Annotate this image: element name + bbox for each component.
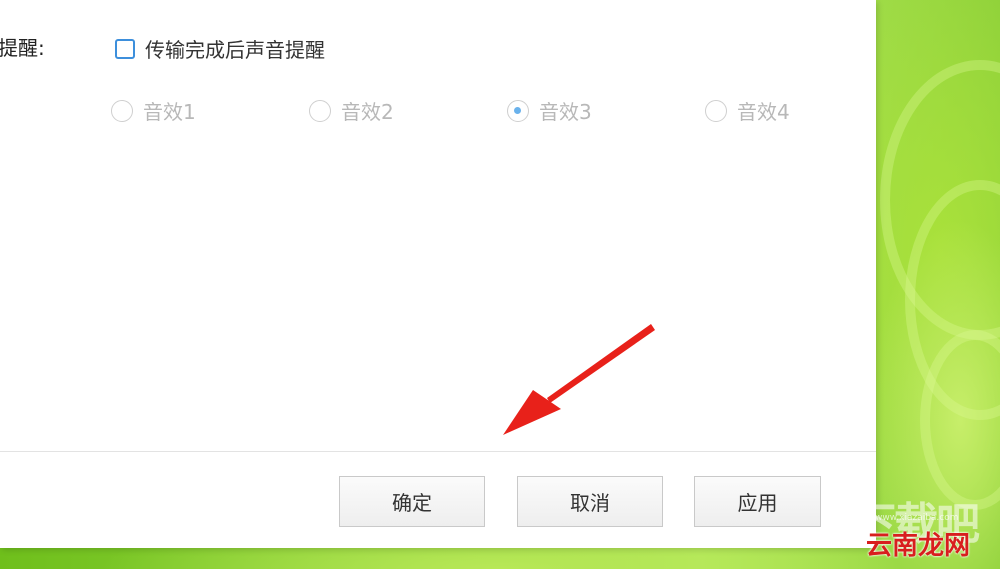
sound-option-2-radio[interactable]	[309, 99, 331, 122]
sound-reminder-label[interactable]: 传输完成后声音提醒	[145, 34, 325, 63]
sound-option-3-radio[interactable]	[507, 99, 529, 122]
apply-button[interactable]: 应用	[694, 476, 821, 527]
sound-option-4-radio[interactable]	[705, 99, 727, 122]
notify-section-label: 提醒:	[0, 36, 45, 60]
watermark-url: www.xiazaiba.com	[875, 513, 959, 523]
sound-reminder-checkbox[interactable]	[115, 38, 135, 59]
sound-option-1[interactable]: 音效1	[111, 96, 196, 125]
sound-option-4-label[interactable]: 音效4	[737, 96, 790, 125]
sound-option-3[interactable]: 音效3	[507, 96, 592, 125]
sound-option-2-label[interactable]: 音效2	[341, 96, 394, 125]
cancel-button[interactable]: 取消	[517, 476, 663, 527]
sound-option-1-label[interactable]: 音效1	[143, 96, 196, 125]
screen: 提醒: 传输完成后声音提醒 音效1 音效2 音效3 音效4 确定 取消 应用 下…	[0, 0, 1000, 569]
ok-button[interactable]: 确定	[339, 476, 485, 527]
sound-option-2[interactable]: 音效2	[309, 96, 394, 125]
settings-dialog: 提醒: 传输完成后声音提醒 音效1 音效2 音效3 音效4 确定 取消 应用	[0, 0, 876, 548]
sound-reminder-option[interactable]: 传输完成后声音提醒	[115, 34, 325, 63]
sound-option-1-radio[interactable]	[111, 99, 133, 122]
watermark-site-name: 云南龙网	[866, 531, 971, 561]
sound-option-3-label[interactable]: 音效3	[539, 96, 592, 125]
footer-divider	[0, 451, 876, 452]
sound-option-4[interactable]: 音效4	[705, 96, 790, 125]
